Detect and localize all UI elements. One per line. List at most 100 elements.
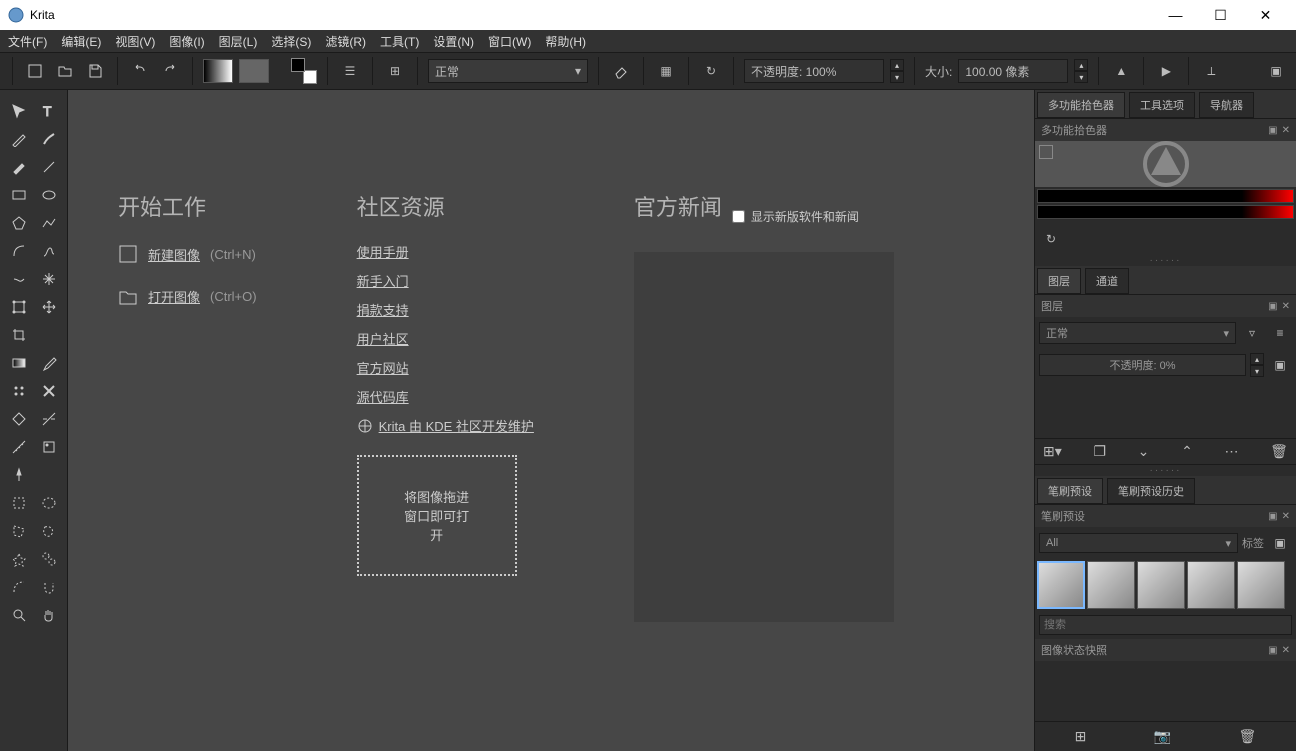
- rect-tool[interactable]: [6, 182, 32, 208]
- menu-window[interactable]: 窗口(W): [488, 33, 531, 50]
- minimize-button[interactable]: —: [1153, 0, 1198, 30]
- undo-button[interactable]: [128, 59, 152, 83]
- tab-tool-options[interactable]: 工具选项: [1129, 92, 1195, 118]
- menu-file[interactable]: 文件(F): [8, 33, 47, 50]
- measure-tool[interactable]: [6, 434, 32, 460]
- wrap-button[interactable]: ⟂: [1199, 59, 1223, 83]
- mirror-v-button[interactable]: ▶: [1154, 59, 1178, 83]
- tab-color-selector[interactable]: 多功能拾色器: [1037, 92, 1125, 118]
- opacity-spinner[interactable]: ▴▾: [890, 59, 904, 83]
- panel-float-icon[interactable]: ▣: [1268, 125, 1277, 136]
- brush-preset-thumb[interactable]: [1187, 561, 1235, 609]
- new-image-link[interactable]: 新建图像: [148, 245, 200, 264]
- zoom-tool[interactable]: [6, 602, 32, 628]
- layer-properties-button[interactable]: ▣: [1268, 353, 1292, 377]
- ellipse-select-tool[interactable]: [36, 490, 62, 516]
- text-tool[interactable]: T: [36, 98, 62, 124]
- brush-settings-button[interactable]: ☰: [338, 59, 362, 83]
- brush-tag-label[interactable]: 标签: [1242, 535, 1264, 551]
- add-layer-button[interactable]: ⊞▾: [1043, 443, 1062, 460]
- brush-preset-thumb[interactable]: [1137, 561, 1185, 609]
- link-community[interactable]: 用户社区: [357, 329, 534, 348]
- panel-float-icon[interactable]: ▣: [1268, 645, 1277, 656]
- tab-layers[interactable]: 图层: [1037, 268, 1081, 294]
- layer-list[interactable]: [1039, 385, 1292, 434]
- layer-down-button[interactable]: ⌄: [1138, 443, 1150, 460]
- gradient-swatch[interactable]: [203, 59, 233, 83]
- line-tool[interactable]: [36, 154, 62, 180]
- alpha-lock-button[interactable]: ▦: [654, 59, 678, 83]
- menu-image[interactable]: 图像(I): [169, 33, 204, 50]
- workspace-button[interactable]: ▣: [1264, 59, 1288, 83]
- menu-view[interactable]: 视图(V): [115, 33, 155, 50]
- brush-tool[interactable]: [6, 154, 32, 180]
- link-website[interactable]: 官方网站: [357, 358, 534, 377]
- polygon-tool[interactable]: [6, 210, 32, 236]
- polygon-select-tool[interactable]: [6, 518, 32, 544]
- magnetic-select-tool[interactable]: [36, 574, 62, 600]
- link-source[interactable]: 源代码库: [357, 387, 534, 406]
- panel-drag-handle[interactable]: ······: [1035, 465, 1296, 476]
- layer-up-button[interactable]: ⌃: [1181, 443, 1193, 460]
- save-button[interactable]: [83, 59, 107, 83]
- color-swap[interactable]: [291, 58, 317, 84]
- open-image-link[interactable]: 打开图像: [148, 287, 200, 306]
- snapshot-delete-button[interactable]: 🗑: [1239, 728, 1257, 745]
- ellipse-tool[interactable]: [36, 182, 62, 208]
- panel-float-icon[interactable]: ▣: [1268, 301, 1277, 312]
- rect-select-tool[interactable]: [6, 490, 32, 516]
- pin-tool[interactable]: [6, 462, 32, 488]
- menu-edit[interactable]: 编辑(E): [61, 33, 101, 50]
- panel-drag-handle[interactable]: ······: [1035, 255, 1296, 266]
- brush-filter-dropdown[interactable]: All▾: [1039, 533, 1238, 553]
- reference-tool[interactable]: [36, 434, 62, 460]
- eraser-button[interactable]: [609, 59, 633, 83]
- layer-settings-button[interactable]: ⋯: [1224, 443, 1238, 460]
- mirror-h-button[interactable]: ▲: [1109, 59, 1133, 83]
- menu-filter[interactable]: 滤镜(R): [325, 33, 366, 50]
- panel-close-icon[interactable]: ✕: [1282, 301, 1290, 312]
- size-input[interactable]: 100.00 像素: [958, 59, 1068, 83]
- menu-layer[interactable]: 图层(L): [219, 33, 258, 50]
- pattern-tool[interactable]: [6, 378, 32, 404]
- pattern-swatch[interactable]: [239, 59, 269, 83]
- tab-brush-presets[interactable]: 笔刷预设: [1037, 478, 1103, 504]
- snapshot-add-button[interactable]: ⊞: [1075, 728, 1087, 745]
- menu-tools[interactable]: 工具(T): [380, 33, 419, 50]
- multibrush-tool[interactable]: [36, 266, 62, 292]
- opacity-input[interactable]: 不透明度: 100%: [744, 59, 884, 83]
- brush-view-button[interactable]: ▣: [1268, 531, 1292, 555]
- panel-close-icon[interactable]: ✕: [1282, 125, 1290, 136]
- menu-settings[interactable]: 设置(N): [433, 33, 474, 50]
- layer-blend-dropdown[interactable]: 正常▾: [1039, 322, 1236, 344]
- link-manual[interactable]: 使用手册: [357, 242, 534, 261]
- maximize-button[interactable]: ☐: [1198, 0, 1243, 30]
- polyline-tool[interactable]: [36, 210, 62, 236]
- freehand-path-tool[interactable]: [36, 238, 62, 264]
- pan-tool[interactable]: [36, 602, 62, 628]
- layer-menu-button[interactable]: ≡: [1268, 321, 1292, 345]
- news-checkbox[interactable]: [732, 210, 745, 223]
- layer-filter-button[interactable]: ▿: [1240, 321, 1264, 345]
- calligraphy-tool[interactable]: [36, 126, 62, 152]
- move-tool[interactable]: [6, 98, 32, 124]
- brush-preset-thumb[interactable]: [1087, 561, 1135, 609]
- reload-preset-button[interactable]: ↻: [699, 59, 723, 83]
- color-sliders[interactable]: [1035, 187, 1296, 223]
- color-config-icon[interactable]: [1039, 145, 1053, 159]
- blend-mode-dropdown[interactable]: 正常▾: [428, 59, 588, 83]
- delete-layer-button[interactable]: 🗑: [1270, 443, 1288, 460]
- menu-help[interactable]: 帮助(H): [545, 33, 586, 50]
- tab-navigator[interactable]: 导航器: [1199, 92, 1254, 118]
- snapshot-camera-button[interactable]: 📷: [1154, 728, 1171, 745]
- open-button[interactable]: [53, 59, 77, 83]
- freehand-select-tool[interactable]: [36, 518, 62, 544]
- close-button[interactable]: ✕: [1243, 0, 1288, 30]
- new-button[interactable]: [23, 59, 47, 83]
- link-getting-started[interactable]: 新手入门: [357, 271, 534, 290]
- move-layer-tool[interactable]: [36, 294, 62, 320]
- link-kde[interactable]: Krita 由 KDE 社区开发维护: [379, 416, 534, 435]
- brush-presets-button[interactable]: ⊞: [383, 59, 407, 83]
- transform-tool[interactable]: [6, 294, 32, 320]
- gradient-tool[interactable]: [6, 350, 32, 376]
